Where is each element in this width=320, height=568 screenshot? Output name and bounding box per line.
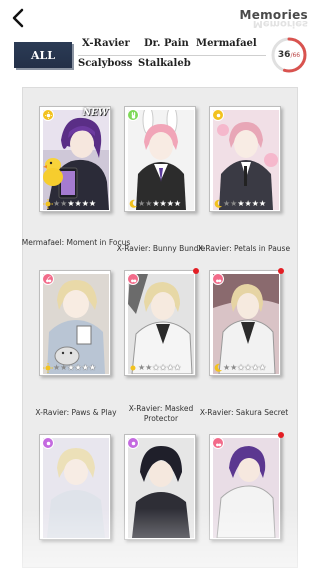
tab-stalkaleb[interactable]: Stalkaleb — [138, 58, 191, 69]
star-icon: ★ — [67, 363, 75, 372]
star-icon: ★ — [166, 363, 174, 372]
purple-badge-icon — [127, 437, 139, 449]
card-artwork — [128, 438, 194, 538]
star-icon: ★ — [152, 199, 160, 208]
page-title-reflection: Memories — [252, 18, 308, 29]
cherry-badge-icon — [212, 273, 224, 285]
tab-divider — [78, 55, 266, 56]
memory-card[interactable]: ★ ★ ★ ★ ★ ★ — [209, 268, 287, 382]
star-icon: ★ — [138, 199, 146, 208]
card-title: X-Ravier: Paws & Play — [35, 408, 117, 417]
sun-badge-icon — [42, 109, 54, 121]
character-filter-bar: ALL X-Ravier Dr. Pain Mermafael Scalybos… — [14, 36, 266, 74]
card-artwork — [128, 274, 194, 374]
collection-progress-text: 36/66 — [269, 35, 309, 75]
notification-dot — [278, 268, 284, 274]
star-icon: ★ — [223, 363, 231, 372]
star-icon: ★ — [159, 363, 167, 372]
chevron-left-icon — [12, 8, 24, 28]
star-icon: ★ — [258, 363, 267, 372]
star-icon: ★ — [67, 199, 75, 208]
star-icon: ★ — [244, 363, 252, 372]
star-icon: ★ — [244, 199, 252, 208]
notification-dot — [278, 432, 284, 438]
memory-grid: NEW ★ ★ ★ ★ ★ ★ Mermafael: Moment in Focus — [22, 87, 298, 568]
star-icon: ★ — [173, 363, 182, 372]
rarity-row: ★ ★ ★ ★ ★ ★ — [213, 199, 266, 209]
star-icon: ★ — [173, 199, 182, 208]
moon-icon — [214, 199, 222, 208]
card-artwork — [128, 110, 194, 210]
moon-icon — [129, 199, 137, 208]
memory-card[interactable]: ★ ★ ★ ★ ★ ★ — [124, 268, 202, 382]
star-icon: ★ — [138, 363, 146, 372]
star-icon: ★ — [74, 363, 82, 372]
star-icon: ★ — [251, 199, 259, 208]
star-icon: ★ — [53, 363, 61, 372]
star-icon: ★ — [74, 199, 82, 208]
tab-scalyboss[interactable]: Scalyboss — [78, 58, 132, 69]
memory-card[interactable]: NEW ★ ★ ★ ★ ★ ★ — [39, 106, 117, 218]
tab-x-ravier[interactable]: X-Ravier — [82, 38, 130, 49]
star-icon: ★ — [81, 363, 89, 372]
cherry-badge-icon — [212, 437, 224, 449]
rabbit-badge-icon — [127, 109, 139, 121]
rarity-row: ★ ★ ★ ★ ★ ★ — [128, 363, 181, 373]
notification-dot — [193, 268, 199, 274]
card-artwork — [213, 438, 279, 538]
progress-total: /66 — [290, 51, 301, 59]
star-icon: ★ — [223, 199, 231, 208]
star-icon: ★ — [88, 363, 97, 372]
star-icon: ★ — [53, 199, 61, 208]
card-artwork — [213, 274, 279, 374]
memory-card[interactable] — [124, 434, 202, 546]
cherry-badge-icon — [42, 273, 54, 285]
tab-dr-pain[interactable]: Dr. Pain — [144, 38, 189, 49]
memory-card[interactable]: ★ ★ ★ ★ ★ ★ — [209, 106, 287, 218]
sun-icon — [130, 365, 136, 371]
star-icon: ★ — [81, 199, 89, 208]
back-button[interactable] — [6, 6, 30, 30]
progress-count: 36 — [277, 50, 291, 60]
sun-badge-icon — [212, 109, 224, 121]
memory-card[interactable]: ★ ★ ★ ★ ★ ★ — [124, 106, 202, 218]
card-title: X-Ravier: Petals in Pause — [197, 244, 291, 253]
star-icon: ★ — [88, 199, 97, 208]
star-icon: ★ — [258, 199, 267, 208]
cherry-badge-icon — [127, 273, 139, 285]
new-tag: NEW — [82, 108, 108, 118]
card-artwork — [43, 110, 109, 210]
memory-card[interactable] — [209, 432, 287, 546]
card-artwork — [43, 274, 109, 374]
card-title: X-Ravier: Masked Protector — [128, 404, 194, 423]
moon-icon — [214, 363, 222, 372]
tab-all[interactable]: ALL — [14, 42, 72, 68]
memory-card[interactable]: ★ ★ ★ ★ ★ ★ — [39, 270, 117, 382]
star-icon: ★ — [159, 199, 167, 208]
purple-badge-icon — [42, 437, 54, 449]
star-icon: ★ — [152, 363, 160, 372]
card-artwork — [213, 110, 279, 210]
memory-card[interactable] — [39, 434, 117, 546]
star-icon: ★ — [251, 363, 259, 372]
rarity-row: ★ ★ ★ ★ ★ ★ — [128, 199, 181, 209]
star-icon: ★ — [166, 199, 174, 208]
sun-icon — [43, 199, 53, 209]
rarity-row: ★ ★ ★ ★ ★ ★ — [43, 199, 96, 209]
card-artwork — [43, 438, 109, 538]
rarity-row: ★ ★ ★ ★ ★ ★ — [213, 363, 266, 373]
tab-mermafael[interactable]: Mermafael — [196, 38, 257, 49]
star-icon: ★ — [237, 199, 245, 208]
star-icon: ★ — [237, 363, 245, 372]
rarity-row: ★ ★ ★ ★ ★ ★ — [43, 363, 96, 373]
sun-icon — [43, 363, 53, 373]
card-title: X-Ravier: Sakura Secret — [199, 408, 289, 417]
